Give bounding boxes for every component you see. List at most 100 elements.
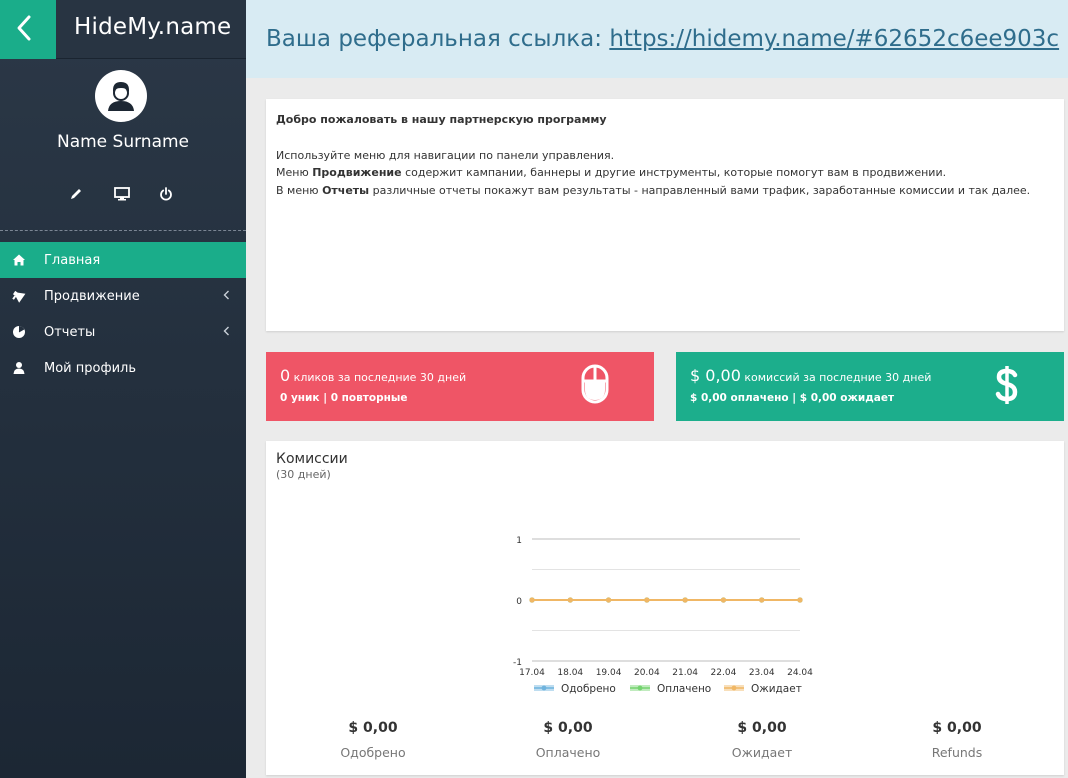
chevron-left-icon bbox=[17, 15, 31, 41]
sidebar-item-reports[interactable]: Отчеты bbox=[0, 314, 246, 350]
sidebar-item-home[interactable]: Главная bbox=[0, 242, 246, 278]
referral-label: Ваша реферальная ссылка: bbox=[266, 26, 610, 52]
chart-point bbox=[644, 597, 650, 603]
summary-label: Оплачено bbox=[535, 745, 601, 760]
commissions-separator: | bbox=[788, 392, 800, 404]
clicks-separator: | bbox=[319, 392, 331, 404]
clicks-detail: 0 уник | 0 повторные bbox=[280, 392, 407, 404]
power-icon bbox=[160, 187, 172, 201]
sidebar-item-label: Мой профиль bbox=[44, 361, 136, 376]
chart-legend-label: Одобрено bbox=[561, 683, 616, 695]
avatar bbox=[95, 70, 147, 122]
clicks-label: кликов за последние 30 дней bbox=[290, 371, 467, 384]
summary-value: $ 0,00 bbox=[737, 720, 787, 736]
referral-header: Ваша реферальная ссылка: https://hidemy.… bbox=[246, 0, 1068, 78]
user-avatar-icon bbox=[108, 82, 134, 111]
summary-paid: $ 0,00 Оплачено bbox=[468, 720, 668, 760]
summary-label: Одобрено bbox=[340, 745, 406, 760]
welcome-text: В меню bbox=[276, 183, 323, 197]
summary-label: Refunds bbox=[931, 745, 983, 760]
summary-refunds: $ 0,00 Refunds bbox=[857, 720, 1057, 760]
chart-legend-marker bbox=[637, 685, 643, 691]
display-button[interactable] bbox=[111, 184, 133, 206]
chart-point bbox=[605, 597, 612, 603]
clicks-headline: 0 кликов за последние 30 дней bbox=[280, 366, 466, 385]
chart-point bbox=[567, 597, 573, 603]
summary-label: Ожидает bbox=[731, 745, 793, 760]
summary-value: $ 0,00 bbox=[932, 720, 982, 736]
welcome-line-3: В меню Отчеты различные отчеты покажут в… bbox=[276, 182, 1054, 200]
chart-y-tick-label: 0 bbox=[516, 597, 522, 607]
chevron-left-icon bbox=[223, 290, 229, 300]
chart-x-tick-label: 20.04 bbox=[634, 668, 660, 678]
clicks-repeat: 0 повторные bbox=[330, 392, 408, 404]
clicks-unique: 0 уник bbox=[280, 392, 320, 404]
sidebar-nav: Главная Продвижение Отчеты Мой профиль bbox=[0, 242, 246, 386]
chart-point bbox=[529, 597, 535, 603]
commissions-amount: $ 0,00 bbox=[690, 366, 741, 385]
commissions-paid: $ 0,00 оплачено bbox=[690, 392, 789, 404]
commissions-pending: $ 0,00 ожидает bbox=[799, 392, 895, 404]
chart-legend-marker bbox=[541, 685, 547, 691]
welcome-line-1: Используйте меню для навигации по панели… bbox=[276, 148, 615, 162]
chart-y-tick-label: 1 bbox=[516, 536, 522, 546]
chart-x-tick-label: 22.04 bbox=[711, 668, 737, 678]
commissions-panel: Комиссии (30 дней) 1 0 -1 17.04 18.04 19.04 20… bbox=[266, 441, 1064, 775]
sidebar-divider bbox=[0, 230, 246, 231]
chart-x-tick-label: 24.04 bbox=[787, 668, 813, 678]
chart-point bbox=[720, 597, 727, 603]
welcome-bold-reports: Отчеты bbox=[322, 183, 370, 197]
chart-y-tick-label: -1 bbox=[513, 658, 522, 668]
chart-point bbox=[759, 597, 765, 603]
welcome-title: Добро пожаловать в нашу партнерскую прог… bbox=[276, 113, 607, 126]
chevron-left-icon bbox=[223, 326, 229, 336]
welcome-panel: Добро пожаловать в нашу партнерскую прог… bbox=[266, 99, 1064, 331]
sidebar: HideMy.name Name Surname Главная Продвиж… bbox=[0, 0, 246, 778]
commissions-headline: $ 0,00 комиссий за последние 30 дней bbox=[690, 366, 931, 385]
mouse-icon bbox=[581, 364, 609, 404]
monitor-icon bbox=[114, 187, 130, 201]
back-button[interactable] bbox=[0, 0, 56, 59]
chart-x-tick-label: 18.04 bbox=[557, 668, 583, 678]
chart-legend-label: Оплачено bbox=[657, 683, 711, 695]
user-tools bbox=[0, 184, 246, 206]
summary-pending: $ 0,00 Ожидает bbox=[662, 720, 862, 760]
edit-profile-button[interactable] bbox=[65, 184, 87, 206]
commissions-chart: 1 0 -117.04 18.04 19.04 20.04 21.04 22.04 23.04 2… bbox=[513, 536, 813, 695]
user-name: Name Surname bbox=[56, 132, 190, 152]
bullhorn-icon bbox=[12, 290, 26, 303]
welcome-line-2: Меню Продвижение содержит кампании, банн… bbox=[276, 164, 1054, 182]
welcome-text: различные отчеты покажут вам результаты … bbox=[369, 183, 1031, 197]
sidebar-item-label: Продвижение bbox=[44, 289, 140, 304]
home-icon bbox=[13, 254, 25, 266]
dollar-icon bbox=[995, 366, 1018, 404]
referral-link-row: Ваша реферальная ссылка: https://hidemy.… bbox=[266, 26, 1059, 52]
chart-x-tick-label: 21.04 bbox=[672, 668, 698, 678]
sidebar-item-label: Главная bbox=[44, 253, 101, 268]
sidebar-item-label: Отчеты bbox=[44, 325, 96, 340]
referral-link[interactable]: https://hidemy.name/#62652c6ee903c bbox=[609, 26, 1059, 52]
user-icon bbox=[13, 362, 25, 374]
commissions-stat-box: $ 0,00 комиссий за последние 30 дней $ 0… bbox=[676, 352, 1064, 421]
chart-x-tick-label: 23.04 bbox=[749, 668, 775, 678]
chart-point bbox=[682, 597, 688, 603]
pencil-icon bbox=[71, 189, 81, 199]
chart-legend-marker bbox=[731, 685, 737, 691]
chart-legend-label: Ожидает bbox=[751, 683, 802, 695]
chart-point bbox=[797, 597, 803, 603]
welcome-text: содержит кампании, баннеры и другие инст… bbox=[401, 166, 947, 179]
sidebar-item-promotion[interactable]: Продвижение bbox=[0, 278, 246, 314]
logout-button[interactable] bbox=[155, 184, 177, 206]
sidebar-top-bar: HideMy.name bbox=[0, 0, 246, 59]
summary-value: $ 0,00 bbox=[348, 720, 398, 736]
summary-approved: $ 0,00 Одобрено bbox=[273, 720, 473, 760]
welcome-text: Меню bbox=[276, 166, 313, 179]
sidebar-item-profile[interactable]: Мой профиль bbox=[0, 350, 246, 386]
commissions-label: комиссий за последние 30 дней bbox=[740, 371, 932, 384]
commissions-detail: $ 0,00 оплачено | $ 0,00 ожидает bbox=[690, 392, 894, 404]
welcome-bold-promotion: Продвижение bbox=[312, 166, 402, 179]
logo: HideMy.name bbox=[74, 14, 232, 40]
chart-x-tick-label: 19.04 bbox=[596, 668, 622, 678]
pie-chart-icon bbox=[13, 326, 25, 338]
clicks-count: 0 bbox=[280, 366, 291, 385]
